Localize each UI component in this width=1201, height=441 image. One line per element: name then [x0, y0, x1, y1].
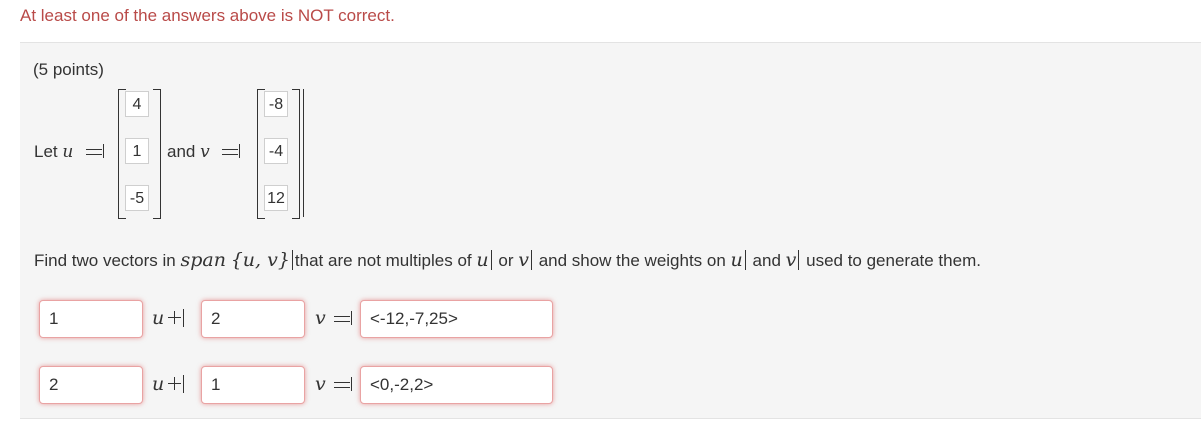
answer-2-u-plus: u: [152, 373, 185, 395]
v-reference: v: [785, 249, 797, 271]
text-cursor: [490, 250, 492, 270]
and-label: and: [167, 142, 196, 161]
answer-1-result-input[interactable]: <-12,-7,25>: [360, 300, 553, 338]
answer-1-v-equals: v: [315, 307, 352, 329]
answer-2-result-input[interactable]: <0,-2,2>: [360, 366, 553, 404]
instruction-end-2: used to generate them.: [806, 251, 981, 270]
instruction-end-1: and show the weights on: [538, 251, 726, 270]
v-reference: v: [518, 249, 529, 271]
equals-sign: [222, 144, 241, 158]
answer-2-u-weight-input[interactable]: 2: [39, 366, 143, 404]
u-vector-entry-3[interactable]: -5: [125, 185, 149, 211]
v-symbol: v: [315, 373, 326, 395]
instruction-middle: that are not multiples of: [294, 251, 472, 270]
equals-sign: [333, 311, 352, 325]
let-label: Let: [34, 142, 58, 161]
answer-2-v-equals: v: [315, 373, 352, 395]
plus-sign: [168, 309, 185, 327]
answer-2-v-weight-input[interactable]: 1: [201, 366, 305, 404]
u-symbol: u: [62, 142, 74, 162]
v-symbol: v: [200, 142, 210, 162]
v-symbol: v: [315, 307, 326, 329]
text-cursor: [291, 250, 293, 270]
instruction-text: Find two vectors in span {u, v} that are …: [34, 249, 981, 271]
plus-sign: [168, 375, 185, 393]
u-vector-entry-2[interactable]: 1: [125, 138, 149, 164]
v-vector-entry-3[interactable]: 12: [264, 185, 288, 211]
text-cursor: [530, 250, 532, 270]
problem-panel: (5 points) Let u 4 1 -5 and v -8 -4 12 F…: [20, 42, 1201, 419]
equals-sign: [333, 377, 352, 391]
u-definition-label: Let u: [34, 142, 105, 162]
v-vector-entry-2[interactable]: -4: [264, 138, 288, 164]
answer-1-u-weight-input[interactable]: 1: [39, 300, 143, 338]
u-reference: u: [730, 249, 743, 271]
span-word: span: [180, 249, 226, 271]
v-definition-label: and v: [167, 142, 241, 162]
text-cursor: [798, 250, 800, 270]
v-vector-entry-1[interactable]: -8: [264, 91, 288, 117]
text-cursor: [744, 250, 746, 270]
u-vector-entry-1[interactable]: 4: [125, 91, 149, 117]
points-label: (5 points): [33, 60, 104, 79]
and-word: and: [752, 251, 781, 270]
error-alert-message: At least one of the answers above is NOT…: [20, 6, 395, 25]
answer-1-v-weight-input[interactable]: 2: [201, 300, 305, 338]
u-reference: u: [476, 249, 489, 271]
v-vector-cursor-line: [303, 89, 304, 217]
or-word: or: [498, 251, 514, 270]
span-set: {u, v}: [230, 249, 290, 271]
u-symbol: u: [152, 307, 165, 329]
equals-sign: [86, 144, 105, 158]
u-vector-cursor-line: [160, 89, 161, 217]
answer-1-u-plus: u: [152, 307, 185, 329]
u-symbol: u: [152, 373, 165, 395]
instruction-prefix: Find two vectors in: [34, 251, 176, 270]
v-right-bracket: [292, 89, 300, 219]
